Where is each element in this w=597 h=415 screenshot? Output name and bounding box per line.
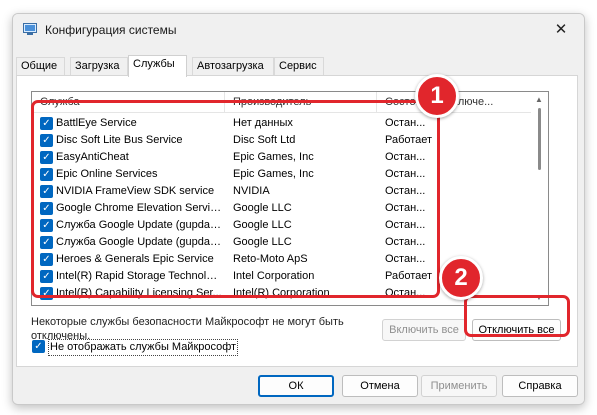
service-status: Остан... [385, 202, 426, 214]
service-checkbox[interactable]: ✓ [40, 134, 53, 147]
service-checkbox[interactable]: ✓ [40, 253, 53, 266]
msconfig-app-icon [23, 23, 37, 35]
cancel-button[interactable]: Отмена [342, 375, 418, 397]
service-vendor: Intel(R) Corporation [233, 287, 330, 299]
tab-general[interactable]: Общие [16, 57, 65, 76]
service-vendor: Epic Games, Inc [233, 168, 314, 180]
title-bar[interactable]: Конфигурация системы ✕ [13, 14, 584, 46]
callout-badge-2: 2 [439, 256, 483, 300]
service-row[interactable]: ✓ Disc Soft Lite Bus Service Disc Soft L… [32, 132, 532, 149]
dialog-footer: ОК Отмена Применить Справка [13, 368, 584, 404]
service-checkbox[interactable]: ✓ [40, 287, 53, 300]
service-vendor: Reto-Moto ApS [233, 253, 308, 265]
service-vendor: Нет данных [233, 117, 293, 129]
services-tab-panel: Служба Производитель Состо... отключе...… [16, 75, 578, 367]
service-row[interactable]: ✓ Google Chrome Elevation Servic... Goog… [32, 200, 532, 217]
service-status: Остан... [385, 287, 426, 299]
tab-tools[interactable]: Сервис [274, 57, 324, 76]
service-name: Heroes & Generals Epic Service [56, 253, 214, 265]
service-row[interactable]: ✓ EasyAntiCheat Epic Games, Inc Остан... [32, 149, 532, 166]
service-checkbox[interactable]: ✓ [40, 270, 53, 283]
service-name: BattlEye Service [56, 117, 137, 129]
scrollbar-thumb[interactable] [538, 108, 541, 170]
service-name: Intel(R) Rapid Storage Technology [56, 270, 222, 282]
service-status: Остан... [385, 151, 426, 163]
hide-microsoft-services-checkbox[interactable]: ✓ [32, 340, 45, 353]
scroll-down-arrow-icon[interactable]: ▼ [535, 293, 543, 302]
service-status: Остан... [385, 219, 426, 231]
service-vendor: Disc Soft Ltd [233, 134, 296, 146]
column-header-vendor[interactable]: Производитель [225, 92, 377, 113]
service-status: Остан... [385, 168, 426, 180]
service-status: Остан... [385, 185, 426, 197]
service-vendor: Google LLC [233, 219, 292, 231]
help-button[interactable]: Справка [502, 375, 578, 397]
hide-microsoft-services-label[interactable]: Не отображать службы Майкрософт [48, 339, 239, 356]
service-row[interactable]: ✓ Служба Google Update (gupdat... Google… [32, 234, 532, 251]
service-status: Остан... [385, 236, 426, 248]
service-name: Intel(R) Capability Licensing Ser... [56, 287, 222, 299]
service-checkbox[interactable]: ✓ [40, 117, 53, 130]
service-name: Google Chrome Elevation Servic... [56, 202, 222, 214]
service-status: Работает [385, 134, 433, 146]
tab-startup[interactable]: Автозагрузка [192, 57, 274, 76]
service-checkbox[interactable]: ✓ [40, 219, 53, 232]
apply-button[interactable]: Применить [421, 375, 497, 397]
disable-all-button[interactable]: Отключить все [472, 319, 561, 341]
service-checkbox[interactable]: ✓ [40, 168, 53, 181]
window-title: Конфигурация системы [45, 23, 177, 37]
service-name: EasyAntiCheat [56, 151, 129, 163]
service-name: NVIDIA FrameView SDK service [56, 185, 215, 197]
service-name: Disc Soft Lite Bus Service [56, 134, 183, 146]
service-checkbox[interactable]: ✓ [40, 151, 53, 164]
service-status: Остан... [385, 117, 426, 129]
service-vendor: Epic Games, Inc [233, 151, 314, 163]
service-row[interactable]: ✓ Epic Online Services Epic Games, Inc О… [32, 166, 532, 183]
service-row[interactable]: ✓ Служба Google Update (gupdate) Google … [32, 217, 532, 234]
service-vendor: NVIDIA [233, 185, 270, 197]
service-row[interactable]: ✓ BattlEye Service Нет данных Остан... [32, 115, 532, 132]
service-name: Служба Google Update (gupdat... [56, 236, 222, 248]
close-button[interactable]: ✕ [538, 14, 584, 44]
column-header-service[interactable]: Служба [32, 92, 225, 113]
service-checkbox[interactable]: ✓ [40, 185, 53, 198]
scroll-up-arrow-icon[interactable]: ▲ [535, 95, 543, 104]
vertical-scrollbar[interactable]: ▲ ▼ [531, 92, 548, 305]
tab-services[interactable]: Службы [128, 55, 187, 77]
tab-boot[interactable]: Загрузка [70, 57, 128, 76]
service-checkbox[interactable]: ✓ [40, 202, 53, 215]
system-configuration-window: Конфигурация системы ✕ Общие Загрузка Сл… [12, 13, 585, 405]
close-icon: ✕ [554, 21, 568, 38]
service-row[interactable]: ✓ NVIDIA FrameView SDK service NVIDIA Ос… [32, 183, 532, 200]
enable-all-button[interactable]: Включить все [382, 319, 466, 341]
service-vendor: Google LLC [233, 236, 292, 248]
service-checkbox[interactable]: ✓ [40, 236, 53, 249]
ok-button[interactable]: ОК [258, 375, 334, 397]
service-status: Работает [385, 270, 433, 282]
service-vendor: Intel Corporation [233, 270, 315, 282]
service-name: Служба Google Update (gupdate) [56, 219, 222, 231]
service-name: Epic Online Services [56, 168, 158, 180]
callout-badge-1: 1 [415, 74, 459, 118]
service-status: Остан... [385, 253, 426, 265]
service-vendor: Google LLC [233, 202, 292, 214]
